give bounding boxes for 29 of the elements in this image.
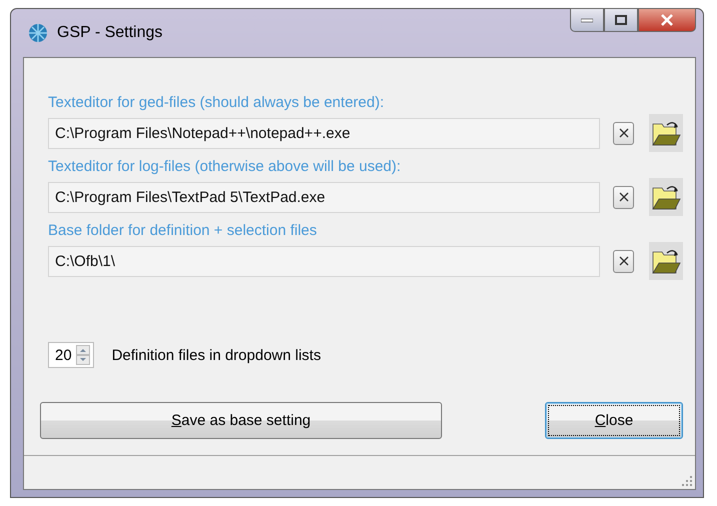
spinner-label: Definition files in dropdown lists [112,346,321,364]
browse-button[interactable] [649,242,683,280]
minimize-icon [581,17,593,23]
path-field[interactable]: C:\Program Files\Notepad++\notepad++.exe [48,118,600,148]
number-spinner[interactable]: 20 [48,342,94,368]
maximize-icon [615,15,627,25]
close-dialog-button[interactable]: Close [545,402,683,439]
field-label: Base folder for definition + selection files [48,222,318,239]
save-button[interactable]: Save as base setting [40,402,442,439]
clear-button[interactable] [613,250,634,272]
minimize-button[interactable] [570,8,604,32]
spin-arrows-icon[interactable] [76,345,90,365]
field-label: Texteditor for log-files (otherwise above will be used): [48,158,402,175]
browse-button[interactable] [649,114,683,152]
path-field[interactable]: C:\Ofb\1\ [48,246,600,276]
clear-button[interactable] [613,186,634,208]
x-icon [618,128,629,138]
window-title: GSP - Settings [57,24,164,42]
x-icon [618,192,629,202]
resize-grip-icon[interactable] [682,476,692,486]
x-icon [618,256,629,266]
field-label: Texteditor for ged-files (should always be entered): [48,94,386,111]
close-icon [660,14,674,26]
app-icon [27,22,49,44]
clear-button[interactable] [613,122,634,144]
close-button[interactable] [638,8,696,32]
maximize-button[interactable] [604,8,638,32]
browse-button[interactable] [649,178,683,216]
path-field[interactable]: C:\Program Files\TextPad 5\TextPad.exe [48,182,600,212]
